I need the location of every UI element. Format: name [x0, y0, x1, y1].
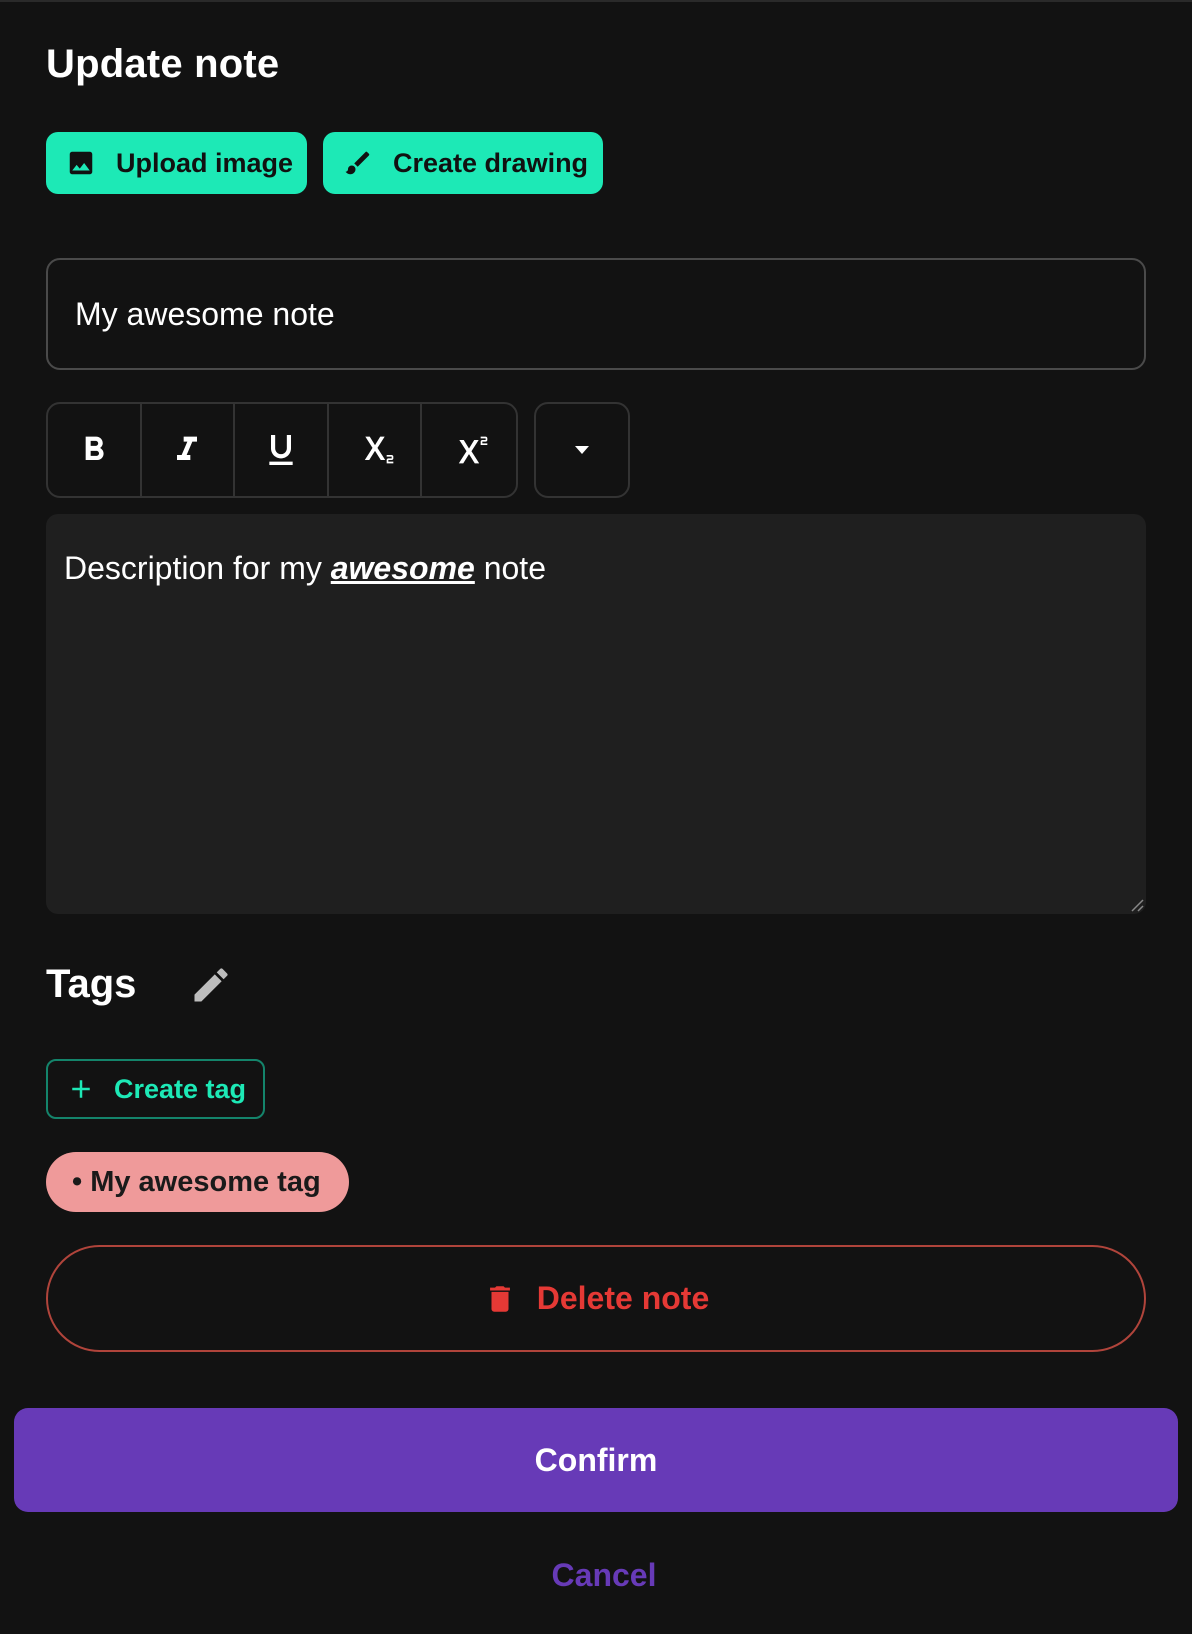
- tag-chip-label: • My awesome tag: [72, 1165, 321, 1198]
- description-text-end: note: [474, 550, 546, 586]
- pencil-icon: [194, 968, 228, 1002]
- create-drawing-label: Create drawing: [393, 147, 589, 178]
- description-editor[interactable]: Description for my awesome note: [46, 514, 1146, 914]
- dialog-title: Update note: [46, 42, 280, 86]
- cancel-button[interactable]: Cancel: [0, 1557, 1192, 1594]
- create-tag-button[interactable]: Create tag: [46, 1059, 265, 1119]
- image-icon: [69, 151, 93, 175]
- italic-button[interactable]: [142, 404, 236, 496]
- update-note-dialog: Update note Upload image Create drawing …: [0, 0, 1192, 1634]
- format-toolbar: [46, 402, 518, 498]
- underline-button[interactable]: [235, 404, 329, 496]
- subscript-button[interactable]: [329, 404, 423, 496]
- upload-image-button[interactable]: Upload image: [46, 132, 307, 194]
- description-emphasis: awesome: [330, 550, 475, 586]
- create-tag-label: Create tag: [114, 1073, 247, 1104]
- more-formatting-button[interactable]: [534, 402, 630, 498]
- cancel-label: Cancel: [551, 1557, 657, 1593]
- superscript-icon: [459, 436, 488, 464]
- confirm-button[interactable]: Confirm: [14, 1408, 1178, 1512]
- plus-icon: [72, 1080, 90, 1098]
- create-drawing-button[interactable]: Create drawing: [323, 132, 603, 194]
- italic-icon: [177, 436, 198, 460]
- bold-icon: [85, 436, 104, 460]
- upload-image-label: Upload image: [116, 147, 294, 178]
- resize-handle-icon[interactable]: [1128, 896, 1144, 912]
- edit-tags-button[interactable]: [188, 962, 234, 1008]
- note-title-input[interactable]: [46, 258, 1146, 370]
- delete-note-label: Delete note: [536, 1280, 710, 1316]
- confirm-label: Confirm: [534, 1441, 658, 1478]
- superscript-button[interactable]: [422, 404, 516, 496]
- subscript-icon: [364, 436, 393, 464]
- underline-icon: [269, 435, 293, 465]
- trash-icon: [489, 1285, 510, 1312]
- delete-note-button[interactable]: Delete note: [46, 1245, 1146, 1352]
- tag-chip[interactable]: • My awesome tag: [46, 1152, 349, 1212]
- bold-button[interactable]: [48, 404, 142, 496]
- caret-down-icon: [575, 446, 589, 454]
- brush-icon: [345, 151, 370, 175]
- tags-heading: Tags: [46, 962, 137, 1006]
- description-text-start: Description for my: [64, 550, 331, 586]
